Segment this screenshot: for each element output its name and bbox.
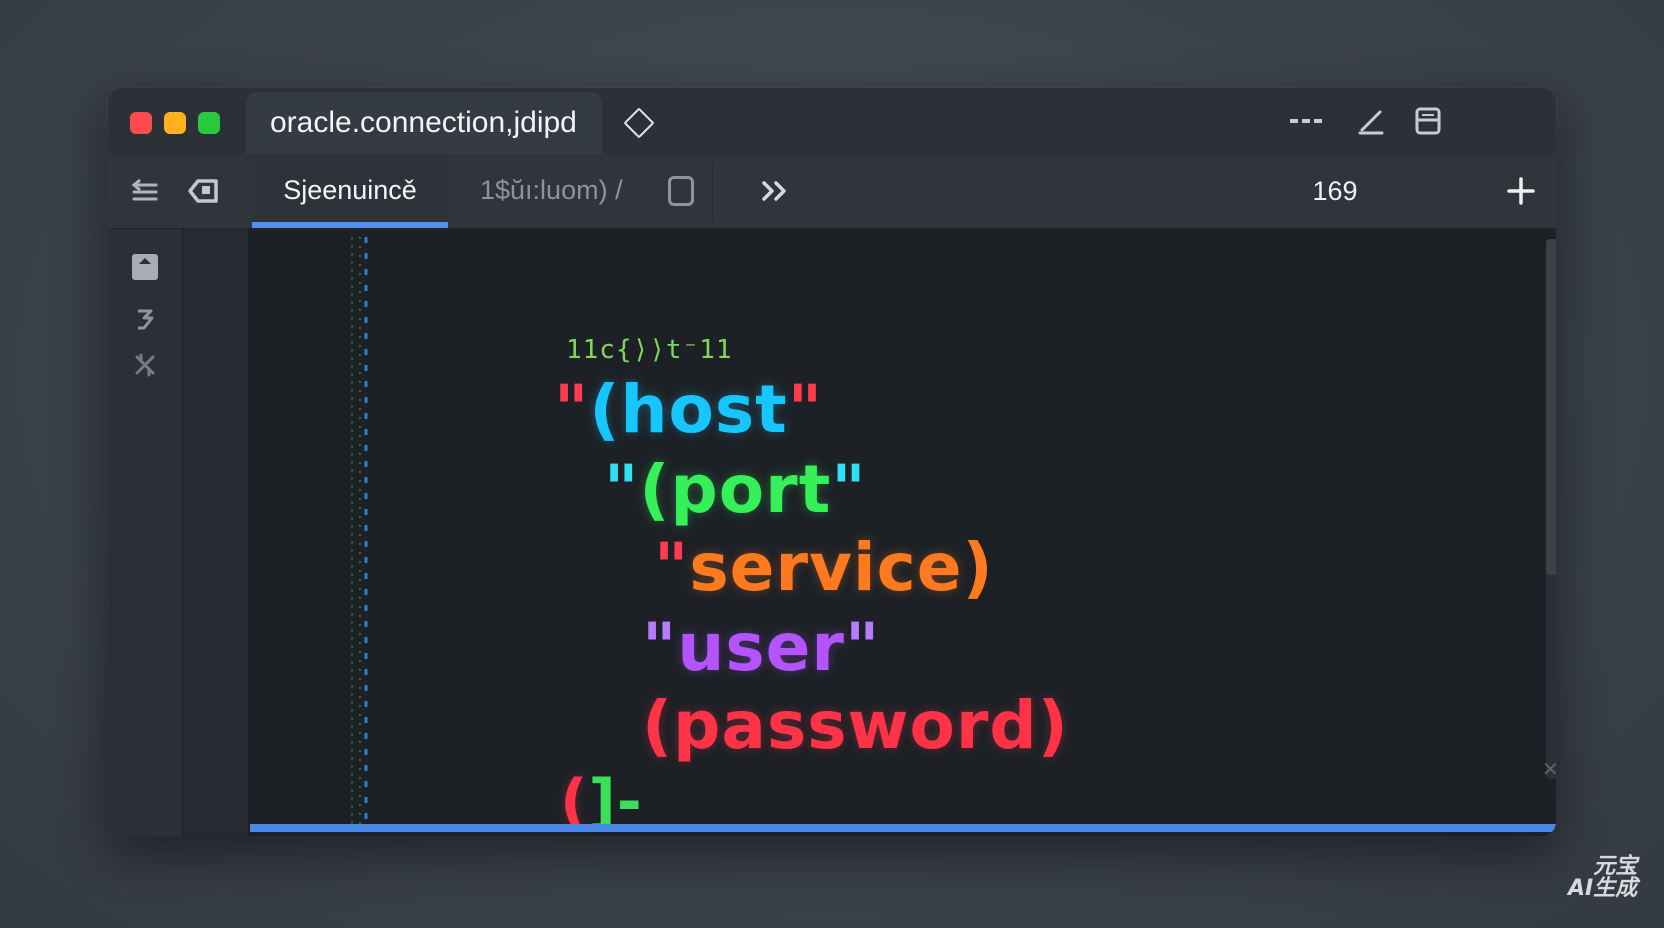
code-token: (password) [642, 687, 1069, 764]
back-tag-icon[interactable] [186, 174, 220, 208]
tab-active-indicator [252, 222, 448, 228]
code-editor[interactable]: 11c{⟩⟩t⁻11 "(host" "(port" "service) "user"… [250, 229, 1556, 836]
layers-icon[interactable] [131, 305, 159, 333]
minimize-window-button[interactable] [164, 112, 186, 134]
swap-arrows-icon[interactable] [128, 174, 162, 208]
scrollbar-thumb[interactable] [1546, 239, 1556, 575]
code-line: "user" [642, 609, 880, 686]
double-chevron-right-icon[interactable] [758, 174, 792, 208]
code-quote: " [642, 609, 678, 686]
close-window-button[interactable] [130, 112, 152, 134]
layout-panel-icon[interactable] [1410, 106, 1446, 136]
file-tab[interactable]: oracle.connection,jdipd [246, 92, 602, 154]
tab-inactive-label: 1$ŭı:luom) / [480, 175, 623, 205]
tab-active[interactable]: Sjeenuincě [252, 154, 448, 228]
file-icon[interactable] [131, 253, 159, 281]
tab-active-label: Sjeenuincě [283, 175, 417, 205]
edit-pencil-icon[interactable] [1354, 106, 1390, 136]
title-bar: oracle.connection,jdipd [108, 88, 1556, 154]
more-dots-icon[interactable] [1288, 106, 1324, 136]
code-quote: " [654, 529, 690, 606]
code-quote: " [554, 371, 590, 448]
indent-guides [351, 237, 368, 827]
line-number-gutter [184, 229, 250, 836]
tools-icon[interactable] [131, 351, 159, 379]
editor-status-line [250, 824, 1556, 832]
code-token: (port [639, 451, 832, 528]
maximize-window-button[interactable] [198, 112, 220, 134]
code-line: "(port" [604, 451, 867, 528]
code-line-header: 11c{⟩⟩t⁻11 [566, 335, 733, 365]
code-token: service [689, 529, 963, 606]
code-quote: " [604, 451, 640, 528]
code-line: (password) [642, 687, 1069, 764]
add-tab-icon[interactable] [1506, 176, 1536, 206]
tab-divider [712, 164, 713, 220]
diamond-icon[interactable] [623, 107, 655, 139]
code-line: "(host" [554, 371, 823, 448]
code-close: " [831, 451, 867, 528]
count-label: 169 [1312, 176, 1358, 206]
tab-inactive[interactable]: 1$ŭı:luom) / [480, 154, 623, 228]
code-close: " [844, 609, 881, 686]
tab-toolbar: Sjeenuincě 1$ŭı:luom) / 169 [108, 154, 1556, 229]
code-close: ) [962, 529, 994, 606]
tab-square-icon[interactable] [668, 176, 694, 206]
code-token: user [677, 609, 845, 686]
watermark-line-1: 元宝 [1593, 854, 1638, 879]
corner-close-icon[interactable]: ✕ [1542, 757, 1556, 782]
code-token: (host [589, 371, 788, 448]
code-line: "service) [654, 529, 994, 606]
file-tab-label: oracle.connection,jdipd [270, 106, 577, 139]
code-close: " [787, 371, 824, 448]
activity-sidebar [108, 229, 184, 836]
ai-watermark: 元宝 AI生成 [1568, 856, 1637, 900]
watermark-line-2: AI生成 [1568, 876, 1638, 901]
editor-window: oracle.connection,jdipd Sjeenuincě 1$ŭı:… [108, 88, 1556, 836]
